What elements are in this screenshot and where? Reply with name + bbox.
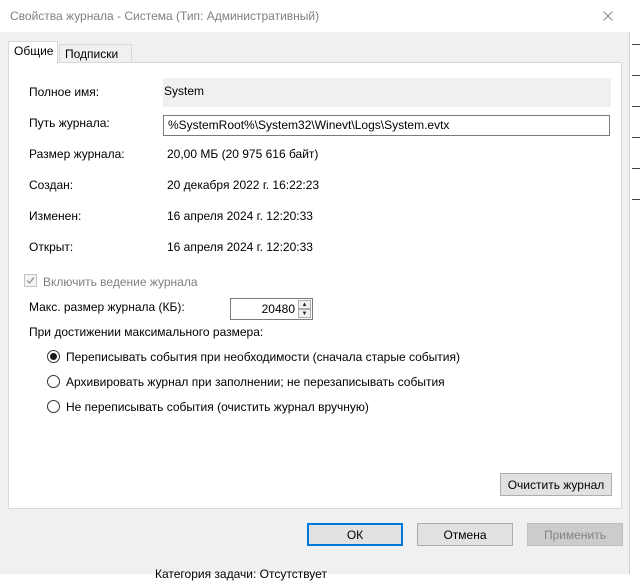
window-title: Свойства журнала - Система (Тип: Админис… (10, 9, 320, 23)
general-panel: Полное имя: System Путь журнала: %System… (8, 62, 622, 509)
full-name-value: System (164, 84, 205, 98)
radio-selected-dot (50, 353, 57, 360)
background-tick (632, 106, 640, 107)
do-not-overwrite-option-label[interactable]: Не переписывать события (очистить журнал… (66, 400, 369, 414)
modified-label: Изменен: (29, 209, 82, 223)
overwrite-option-label[interactable]: Переписывать события при необходимости (… (66, 350, 460, 364)
spinner-buttons: ▲ ▼ (298, 300, 311, 318)
modified-value: 16 апреля 2024 г. 12:20:33 (167, 209, 313, 223)
close-icon (603, 11, 613, 21)
title-bar: Свойства журнала - Система (Тип: Админис… (0, 0, 630, 32)
background-tick (632, 199, 640, 200)
full-name-field: System (163, 78, 611, 107)
background-tick (632, 137, 640, 138)
tab-subscriptions[interactable]: Подписки (59, 44, 132, 63)
close-button[interactable] (586, 0, 630, 32)
opened-value: 16 апреля 2024 г. 12:20:33 (167, 240, 313, 254)
on-max-size-label: При достижении максимального размера: (29, 325, 264, 339)
max-size-value: 20480 (261, 302, 295, 316)
enable-logging-checkbox[interactable] (24, 274, 37, 287)
log-properties-dialog: Свойства журнала - Система (Тип: Админис… (0, 0, 630, 574)
created-label: Создан: (29, 178, 74, 192)
path-label: Путь журнала: (29, 116, 110, 130)
ok-button[interactable]: ОК (307, 523, 403, 546)
created-value: 20 декабря 2022 г. 16:22:23 (167, 178, 320, 192)
overwrite-radio[interactable] (47, 350, 60, 363)
max-size-spinner[interactable]: 20480 ▲ ▼ (230, 298, 313, 320)
archive-radio[interactable] (47, 375, 60, 388)
background-tick (632, 44, 640, 45)
chevron-down-icon: ▼ (301, 310, 308, 317)
clear-log-button[interactable]: Очистить журнал (500, 473, 612, 496)
size-value: 20,00 МБ (20 975 616 байт) (167, 147, 319, 161)
background-tick (632, 75, 640, 76)
apply-button[interactable]: Применить (527, 523, 623, 546)
enable-logging-label: Включить ведение журнала (43, 275, 198, 289)
do-not-overwrite-radio[interactable] (47, 400, 60, 413)
tab-general[interactable]: Общие (8, 41, 58, 64)
size-label: Размер журнала: (29, 147, 125, 161)
chevron-up-icon: ▲ (301, 301, 308, 308)
cancel-button[interactable]: Отмена (417, 523, 513, 546)
background-tick (632, 168, 640, 169)
opened-label: Открыт: (29, 240, 74, 254)
archive-option-label[interactable]: Архивировать журнал при заполнении; не п… (66, 375, 445, 389)
spinner-up-button[interactable]: ▲ (298, 300, 311, 309)
spinner-down-button[interactable]: ▼ (298, 309, 311, 318)
background-window-text: Категория задачи: Отсутствует (155, 567, 327, 581)
full-name-label: Полное имя: (29, 85, 100, 99)
path-field[interactable]: %SystemRoot%\System32\Winevt\Logs\System… (163, 115, 610, 136)
checkmark-icon (26, 277, 35, 285)
max-size-label: Макс. размер журнала (КБ): (29, 300, 185, 314)
background-window-edge (630, 0, 640, 574)
